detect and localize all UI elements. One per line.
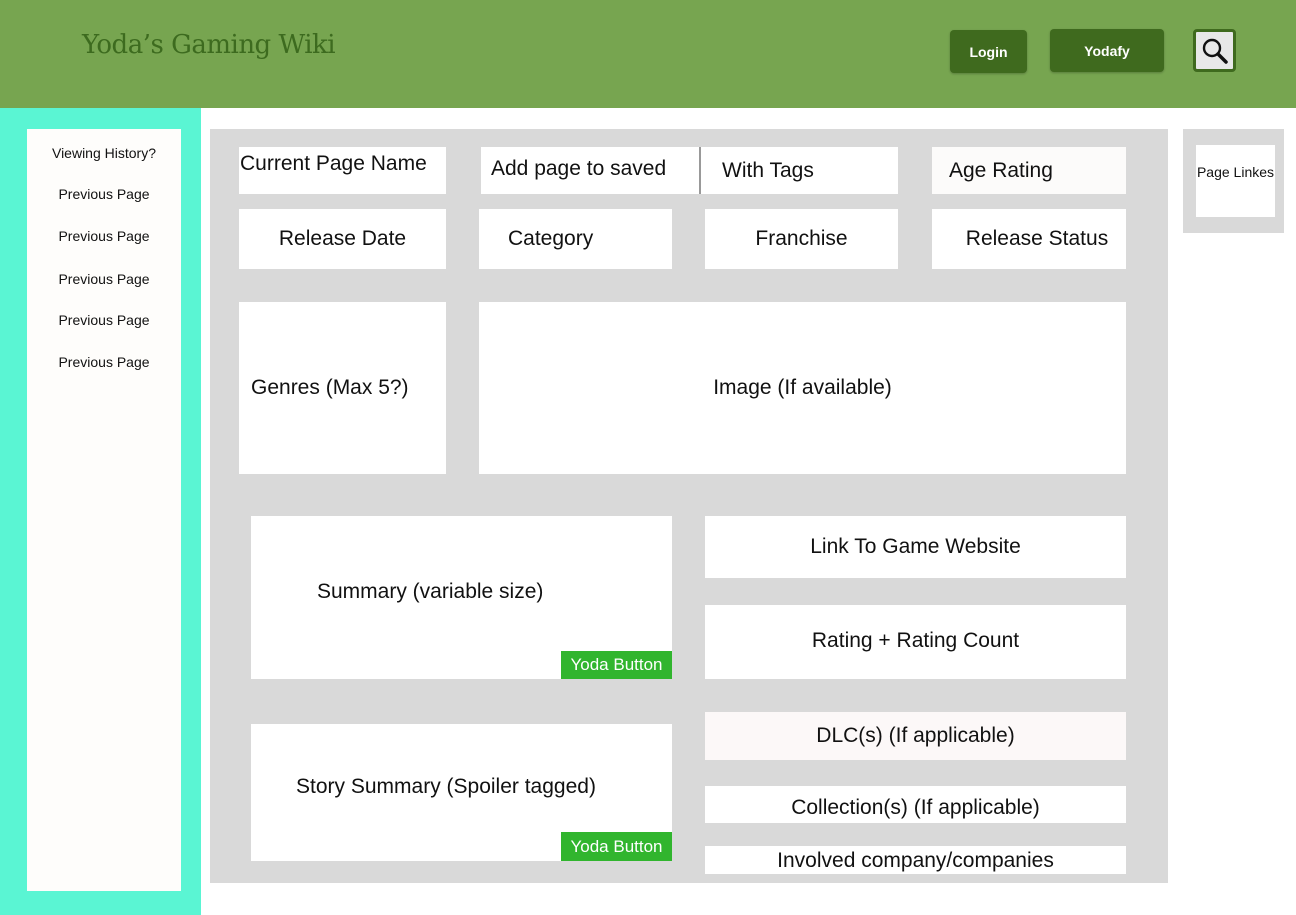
page-links[interactable]: Page Linkes [1196,145,1275,217]
collections: Collection(s) (If applicable) [705,786,1126,823]
yodafy-button[interactable]: Yodafy [1050,29,1164,72]
history-item[interactable]: Previous Page [27,312,181,328]
game-website-link[interactable]: Link To Game Website [705,516,1126,578]
login-button[interactable]: Login [950,30,1027,73]
genres: Genres (Max 5?) [239,302,446,474]
history-item[interactable]: Previous Page [27,354,181,370]
franchise: Franchise [705,209,898,269]
history-item[interactable]: Previous Page [27,271,181,287]
search-button[interactable] [1193,29,1236,72]
category: Category [479,209,672,269]
search-icon [1202,38,1228,64]
story-yoda-button[interactable]: Yoda Button [561,832,672,861]
site-title[interactable]: Yoda’s Gaming Wiki [82,30,336,60]
current-page-name: Current Page Name [239,147,446,194]
add-to-saved-button[interactable]: Add page to saved [481,147,701,194]
viewing-history-heading: Viewing History? [51,145,156,161]
dlc-list: DLC(s) (If applicable) [705,712,1126,760]
history-item[interactable]: Previous Page [27,186,181,202]
history-item[interactable]: Previous Page [27,228,181,244]
age-rating: Age Rating [932,147,1126,194]
involved-companies: Involved company/companies [705,846,1126,874]
rating-count: Rating + Rating Count [705,605,1126,679]
with-tags-field[interactable]: With Tags [701,147,898,194]
release-status: Release Status [932,209,1126,269]
summary-yoda-button[interactable]: Yoda Button [561,651,672,679]
game-image: Image (If available) [479,302,1126,474]
release-date: Release Date [239,209,446,269]
